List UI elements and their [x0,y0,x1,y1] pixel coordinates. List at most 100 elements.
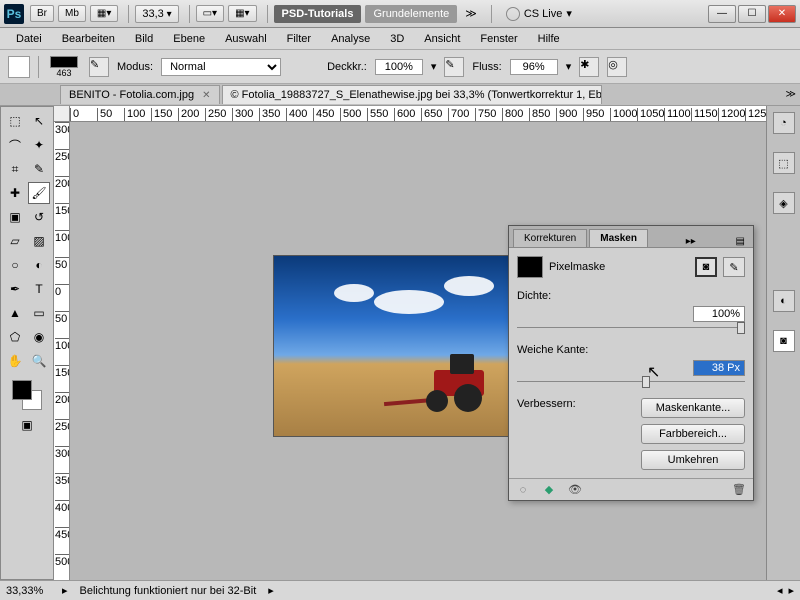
doc-tab-1[interactable]: BENITO - Fotolia.com.jpg✕ [60,85,220,104]
quickmask-toggle[interactable]: ▣ [16,414,38,436]
delete-mask-icon[interactable]: 🗑 [731,483,747,497]
status-message: Belichtung funktioniert nur bei 32-Bit [74,585,263,597]
density-value[interactable]: 100% [693,306,745,322]
menu-bild[interactable]: Bild [125,33,163,45]
feather-value[interactable]: 38 Px [693,360,745,376]
app-logo[interactable]: Ps [4,4,24,24]
toolbox: ⬚ ↖ ⌒ ✦ ⌗ ✎ ✚ 🖌 ▣ ↺ ▱ ▨ ○ ◐ ✒ T ▲ ▭ ⬠ ◉ … [0,106,54,580]
scroll-left-icon[interactable]: ◂ [777,584,783,597]
mask-edge-button[interactable]: Maskenkante... [641,398,745,418]
bridge-button[interactable]: Br [30,5,54,22]
zoom-preset[interactable]: 33,3 ▾ [135,5,178,23]
mode-label: Modus: [117,61,153,73]
color-range-button[interactable]: Farbbereich... [641,424,745,444]
density-slider[interactable] [517,322,745,334]
feather-slider[interactable] [517,376,745,388]
shape-tool[interactable]: ▭ [28,302,50,324]
menu-hilfe[interactable]: Hilfe [528,33,570,45]
eraser-tool[interactable]: ▱ [4,230,26,252]
path-select-tool[interactable]: ▲ [4,302,26,324]
tab-overflow[interactable]: ≫ [786,89,796,100]
airbrush-icon[interactable]: ✱ [579,57,599,77]
minibridge-button[interactable]: Mb [58,5,86,22]
color-panel-icon[interactable]: ◔ [773,112,795,134]
lasso-tool[interactable]: ⌒ [4,134,26,156]
close-icon[interactable]: ✕ [202,90,210,101]
menu-filter[interactable]: Filter [277,33,321,45]
arrange-button[interactable]: ▦▾ [228,5,256,22]
3d-camera-tool[interactable]: ◉ [28,326,50,348]
mask-thumbnail[interactable] [517,256,543,278]
maximize-button[interactable]: ☐ [738,5,766,23]
dodge-tool[interactable]: ◐ [28,254,50,276]
3d-tool[interactable]: ⬠ [4,326,26,348]
ruler-vertical[interactable]: 3002502001501005005010015020025030035040… [54,122,70,580]
zoom-tool[interactable]: 🔍 [28,350,50,372]
vector-mask-button[interactable]: ✎ [723,257,745,277]
opacity-input[interactable] [375,59,423,75]
brush-size-swatch[interactable]: 463 [47,56,81,78]
mask-type-label: Pixelmaske [549,261,689,273]
history-brush-tool[interactable]: ↺ [28,206,50,228]
workspace-tab-grund[interactable]: Grundelemente [365,5,457,23]
ruler-origin[interactable] [54,106,70,122]
adjustments-panel-icon[interactable]: ◐ [773,290,795,312]
hand-tool[interactable]: ✋ [4,350,26,372]
view-extras-button[interactable]: ▭▾ [196,5,224,22]
menu-analyse[interactable]: Analyse [321,33,380,45]
disable-mask-icon[interactable]: 👁 [567,483,583,497]
panel-menu-icon[interactable]: ▤ [732,236,749,247]
tablet-size-icon[interactable]: ◎ [607,57,627,77]
blend-mode-select[interactable]: Normal [161,58,281,76]
zoom-level[interactable]: 33,33% [6,585,56,597]
close-button[interactable]: ✕ [768,5,796,23]
doc-tab-2[interactable]: © Fotolia_19883727_S_Elenathewise.jpg be… [222,85,602,104]
tool-preset-icon[interactable] [8,56,30,78]
menu-3d[interactable]: 3D [380,33,414,45]
move-tool[interactable]: ⬚ [4,110,26,132]
panel-collapse[interactable]: ▸▸ [682,236,700,247]
blur-tool[interactable]: ○ [4,254,26,276]
masks-panel-icon[interactable]: ◙ [773,330,795,352]
menu-bearbeiten[interactable]: Bearbeiten [52,33,125,45]
healing-tool[interactable]: ✚ [4,182,26,204]
gradient-tool[interactable]: ▨ [28,230,50,252]
tablet-opacity-icon[interactable]: ✎ [444,57,464,77]
density-label: Dichte: [517,290,745,302]
load-selection-icon[interactable]: ◌ [515,483,531,497]
ruler-horizontal[interactable]: 0501001502002503003504004505005506006507… [70,106,766,122]
magic-wand-tool[interactable]: ✦ [28,134,50,156]
workspace-tab-psd[interactable]: PSD-Tutorials [274,5,362,23]
styles-panel-icon[interactable]: ◈ [773,192,795,214]
brush-tool[interactable]: 🖌 [28,182,50,204]
eyedropper-tool[interactable]: ✎ [28,158,50,180]
image-subject [404,362,484,412]
tab-korrekturen[interactable]: Korrekturen [513,229,587,247]
menu-fenster[interactable]: Fenster [470,33,527,45]
type-tool[interactable]: T [28,278,50,300]
menu-ebene[interactable]: Ebene [163,33,215,45]
menu-auswahl[interactable]: Auswahl [215,33,277,45]
document-canvas[interactable] [274,256,514,436]
invert-button[interactable]: Umkehren [641,450,745,470]
marquee-tool[interactable]: ↖ [28,110,50,132]
pen-tool[interactable]: ✒ [4,278,26,300]
right-dock: ◔ ⬚ ◈ ◐ ◙ [766,106,800,580]
flow-input[interactable] [510,59,558,75]
menu-ansicht[interactable]: Ansicht [414,33,470,45]
color-swatches[interactable] [12,380,42,410]
pixel-mask-button[interactable]: ◙ [695,257,717,277]
crop-tool[interactable]: ⌗ [4,158,26,180]
swatches-panel-icon[interactable]: ⬚ [773,152,795,174]
menu-datei[interactable]: Datei [6,33,52,45]
fg-color[interactable] [12,380,32,400]
scroll-right-icon[interactable]: ▸ [788,584,794,597]
apply-mask-icon[interactable]: ◆ [541,483,557,497]
screen-mode-button[interactable]: ▦▾ [90,5,118,22]
more-workspaces[interactable]: ≫ [465,7,477,20]
minimize-button[interactable]: — [708,5,736,23]
brush-panel-toggle[interactable]: ✎ [89,57,109,77]
cslive[interactable]: CS Live ▾ [506,7,572,21]
stamp-tool[interactable]: ▣ [4,206,26,228]
tab-masken[interactable]: Masken [589,229,648,247]
